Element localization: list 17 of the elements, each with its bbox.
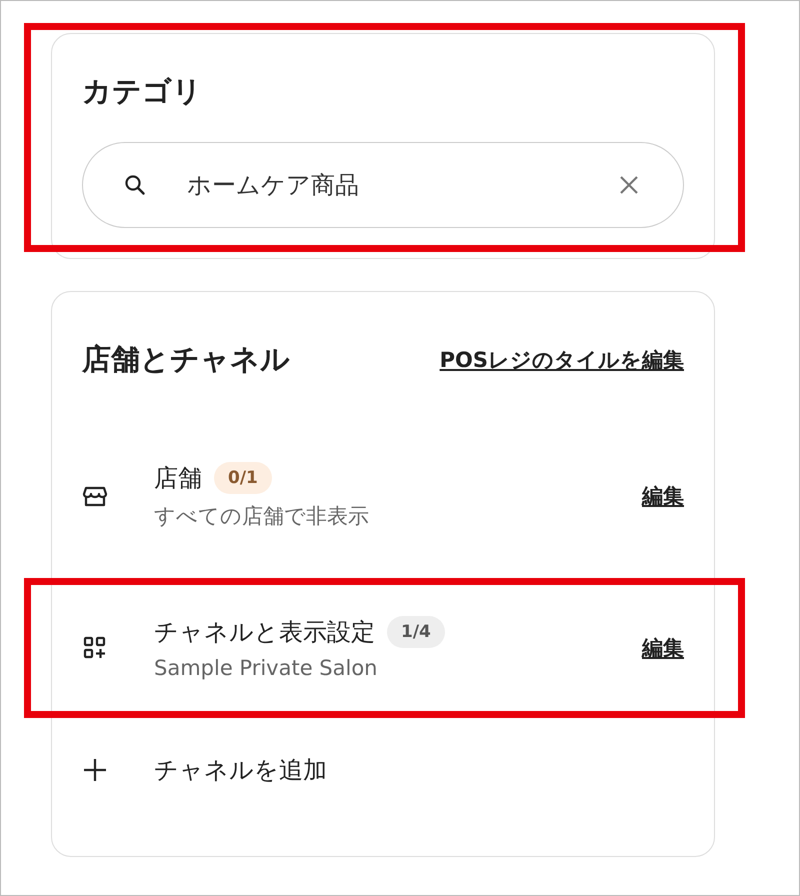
plus-icon	[82, 757, 108, 783]
edit-link[interactable]: 編集	[642, 634, 684, 662]
section-title: カテゴリ	[82, 73, 203, 110]
search-field[interactable]: ホームケア商品	[82, 142, 684, 228]
count-badge: 0/1	[214, 462, 272, 494]
item-title: 店舗	[154, 463, 202, 494]
grid-plus-icon	[82, 635, 108, 661]
clear-icon[interactable]	[618, 174, 640, 196]
section-title: 店舗とチャネル	[82, 341, 290, 378]
item-subtitle: Sample Private Salon	[154, 656, 378, 680]
item-subtitle: すべての店舗で非表示	[154, 503, 370, 530]
edit-link[interactable]: 編集	[642, 482, 684, 510]
edit-tiles-link[interactable]: POSレジのタイルを編集	[440, 346, 684, 374]
count-badge: 1/4	[387, 616, 445, 648]
add-channel-button[interactable]: チャネルを追加	[82, 754, 684, 786]
search-icon	[124, 174, 146, 196]
item-title: チャネルと表示設定	[154, 617, 375, 648]
